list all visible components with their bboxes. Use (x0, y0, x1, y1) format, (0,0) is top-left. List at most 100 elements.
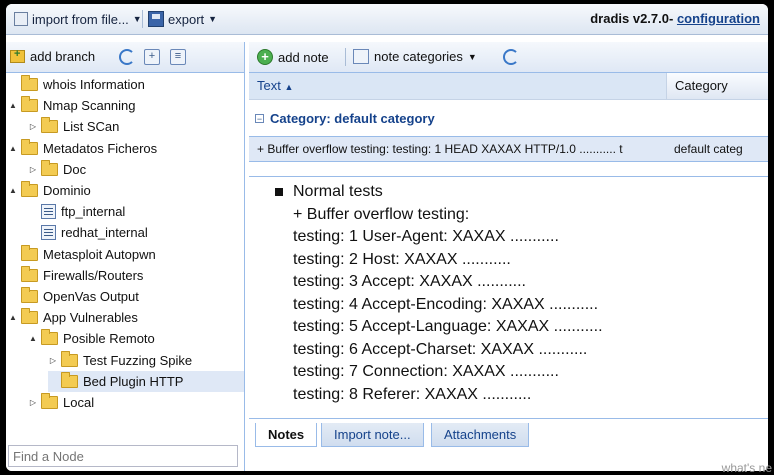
folder-icon (21, 75, 38, 91)
tree-node[interactable]: ▲ Dominio (8, 180, 91, 201)
add-note-label: add note (278, 49, 329, 65)
save-icon (148, 11, 164, 27)
tree-node[interactable]: Firewalls/Routers (8, 265, 143, 286)
tree-node-label: whois Information (43, 77, 145, 92)
find-node-input[interactable] (8, 445, 238, 467)
tree-node[interactable]: whois Information (8, 74, 145, 95)
tree-node[interactable]: OpenVas Output (8, 286, 139, 307)
collapse-icon[interactable]: − (255, 113, 264, 123)
app-window: import from file... ▼ export ▼ dradis v2… (6, 4, 768, 471)
top-toolbar: import from file... ▼ export ▼ dradis v2… (6, 4, 768, 35)
tree-node[interactable]: ▲ Nmap Scanning (8, 95, 136, 116)
expand-toggle-icon[interactable]: ▲ (28, 334, 38, 343)
tab-notes[interactable]: Notes (255, 423, 318, 447)
expand-toggle-icon[interactable]: ▷ (28, 122, 38, 131)
preview-line: testing: 1 User-Agent: XAXAX ........... (293, 228, 559, 245)
tree-node-label: Firewalls/Routers (43, 267, 144, 283)
tree-node-label: Metadatos Ficheros (43, 140, 158, 156)
folder-icon (41, 329, 58, 346)
tree-node[interactable]: Bed Plugin HTTP (48, 370, 244, 392)
note-icon (41, 204, 56, 220)
tree-node-label: List SCan (63, 119, 120, 135)
tab-import-note[interactable]: Import note... (321, 423, 424, 447)
column-header-category[interactable]: Category (667, 73, 757, 99)
folder-icon (41, 393, 58, 409)
tree-node-label: Test Fuzzing Spike (83, 352, 193, 368)
notes-toolbar: + add note note categories ▼ (249, 42, 768, 73)
tree-node-label: ftp_internal (61, 204, 126, 220)
column-header-text[interactable]: Text ▲ (249, 73, 667, 99)
add-note-button[interactable]: + add note (257, 49, 329, 65)
tree-node-label: OpenVas Output (43, 289, 139, 304)
collapse-all-icon[interactable] (170, 49, 186, 65)
column-text-label: Text (257, 78, 281, 93)
tab-attachments[interactable]: Attachments (431, 423, 530, 447)
expand-toggle-icon[interactable]: ▲ (8, 101, 18, 110)
app-brand: dradis v2.7.0- configuration (590, 11, 760, 26)
preview-line: testing: 2 Host: XAXAX ........... (293, 250, 511, 268)
table-row[interactable]: + Buffer overflow testing: testing: 1 HE… (249, 136, 768, 162)
note-categories-button[interactable]: note categories ▼ (353, 49, 477, 64)
tree-node-label: Metasploit Autopwn (43, 246, 156, 262)
tree-node-label: Local (63, 395, 95, 410)
expand-all-icon[interactable] (144, 49, 160, 65)
add-branch-button[interactable]: add branch (10, 48, 95, 64)
tree-node[interactable]: ▷ Test Fuzzing Spike (48, 350, 192, 371)
tree-node[interactable]: redhat_internal (28, 222, 148, 243)
preview-line: testing: 3 Accept: XAXAX ........... (293, 273, 526, 290)
configuration-link[interactable]: configuration (677, 11, 760, 26)
tree-node-label: App Vulnerables (43, 310, 138, 326)
refresh-icon[interactable] (503, 49, 519, 65)
expand-toggle-icon[interactable]: ▷ (48, 356, 58, 365)
tree-node-label: redhat_internal (61, 225, 148, 241)
preview-line: + Buffer overflow testing: (293, 205, 470, 223)
tree-node-label: Bed Plugin HTTP (83, 373, 184, 389)
refresh-icon[interactable] (119, 49, 135, 65)
expand-toggle-icon[interactable]: ▲ (8, 313, 18, 322)
tree-node[interactable]: ▲ Metadatos Ficheros (8, 138, 157, 159)
expand-toggle-icon[interactable]: ▲ (8, 144, 18, 153)
tree-node[interactable]: ▷ Doc (28, 159, 86, 180)
app-version: dradis v2.7.0- (590, 11, 674, 26)
tree-node[interactable]: Metasploit Autopwn (8, 244, 156, 265)
expand-toggle-icon[interactable]: ▷ (28, 165, 38, 174)
preview-line: testing: 5 Accept-Language: XAXAX ......… (293, 318, 603, 335)
folder-icon (21, 138, 38, 155)
folder-icon (41, 117, 58, 134)
expand-toggle-icon[interactable]: ▷ (28, 398, 38, 407)
preview-line: testing: 8 Referer: XAXAX ........... (293, 385, 532, 403)
add-folder-icon (10, 48, 25, 63)
tree-node-label: Doc (63, 161, 87, 177)
note-categories-label: note categories (374, 49, 463, 64)
expand-toggle-icon[interactable]: ▲ (8, 186, 18, 195)
tree-node[interactable]: ftp_internal (28, 201, 125, 222)
category-group-row[interactable]: − Category: default category (249, 108, 768, 128)
note-preview-body: Normal tests + Buffer overflow testing: t… (275, 181, 603, 406)
folder-icon (61, 371, 78, 388)
bullet-item: Normal tests (275, 181, 603, 204)
tree-node[interactable]: ▷ List SCan (28, 116, 119, 137)
folder-icon (21, 287, 38, 303)
toolbar-divider (345, 48, 346, 66)
import-label: import from file... (32, 11, 129, 27)
tree-node-label: Nmap Scanning (43, 98, 136, 114)
export-button[interactable]: export ▼ (148, 10, 217, 28)
tree-node[interactable]: ▲ Posible Remoto (28, 328, 155, 349)
folder-icon (21, 308, 38, 325)
tree-toolbar: add branch (6, 42, 244, 73)
note-text-cell: + Buffer overflow testing: testing: 1 HE… (257, 142, 623, 156)
tree-node[interactable]: ▷ Local (28, 392, 94, 413)
folder-icon (21, 181, 38, 197)
preview-line: testing: 6 Accept-Charset: XAXAX .......… (293, 340, 588, 358)
import-button[interactable]: import from file... ▼ (14, 10, 142, 28)
folder-icon (21, 96, 38, 113)
export-label: export (168, 11, 205, 27)
toolbar-divider (142, 10, 143, 28)
folder-icon (21, 244, 38, 261)
bottom-tab-bar: Notes Import note... Attachments (249, 418, 768, 471)
categories-icon (353, 49, 369, 64)
tree-node[interactable]: ▲ App Vulnerables (8, 307, 138, 328)
notes-panel: + add note note categories ▼ Text ▲ Cate… (249, 42, 768, 471)
tree-node-label: Dominio (43, 183, 91, 198)
note-icon (41, 225, 56, 241)
